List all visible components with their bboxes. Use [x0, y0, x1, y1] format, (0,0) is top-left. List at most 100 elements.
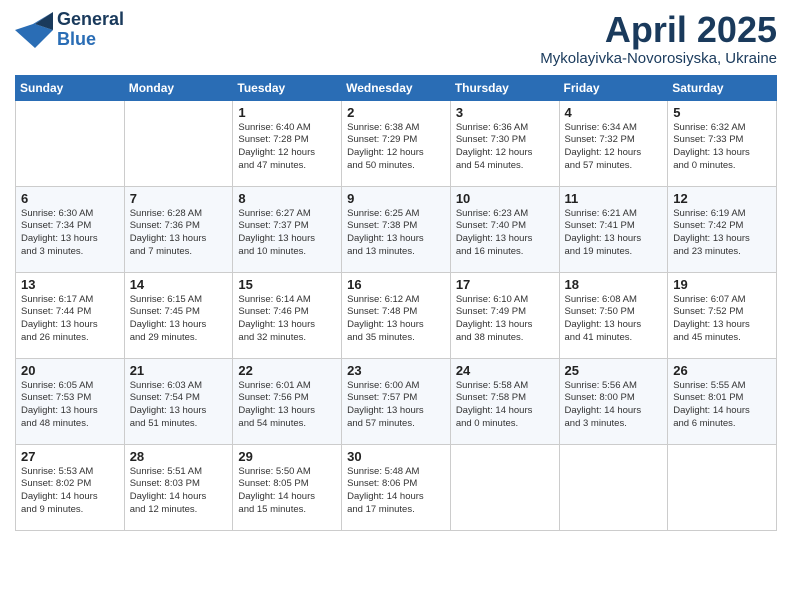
location-subtitle: Mykolayivka-Novorosiyska, Ukraine [540, 50, 777, 67]
day-info: Sunrise: 6:38 AMSunset: 7:29 PMDaylight:… [347, 122, 445, 173]
day-info: Sunrise: 6:36 AMSunset: 7:30 PMDaylight:… [456, 122, 554, 173]
day-info: Sunrise: 5:51 AMSunset: 8:03 PMDaylight:… [130, 466, 228, 517]
calendar-cell: 14 Sunrise: 6:15 AMSunset: 7:45 PMDayligh… [124, 272, 233, 358]
calendar-cell: 20 Sunrise: 6:05 AMSunset: 7:53 PMDayligh… [16, 358, 125, 444]
logo-blue: Blue [57, 30, 124, 50]
weekday-header-friday: Friday [559, 75, 668, 100]
weekday-header-row: SundayMondayTuesdayWednesdayThursdayFrid… [16, 75, 777, 100]
day-info: Sunrise: 6:25 AMSunset: 7:38 PMDaylight:… [347, 208, 445, 259]
day-number: 5 [673, 105, 771, 120]
day-number: 15 [238, 277, 336, 292]
day-number: 26 [673, 363, 771, 378]
day-info: Sunrise: 6:15 AMSunset: 7:45 PMDaylight:… [130, 294, 228, 345]
day-info: Sunrise: 5:50 AMSunset: 8:05 PMDaylight:… [238, 466, 336, 517]
day-info: Sunrise: 6:12 AMSunset: 7:48 PMDaylight:… [347, 294, 445, 345]
day-number: 25 [565, 363, 663, 378]
day-info: Sunrise: 6:19 AMSunset: 7:42 PMDaylight:… [673, 208, 771, 259]
day-number: 20 [21, 363, 119, 378]
weekday-header-sunday: Sunday [16, 75, 125, 100]
day-info: Sunrise: 5:55 AMSunset: 8:01 PMDaylight:… [673, 380, 771, 431]
calendar-cell: 19Sunrise: 6:07 AMSunset: 7:52 PMDayligh… [668, 272, 777, 358]
week-row-1: 1 Sunrise: 6:40 AMSunset: 7:28 PMDaylight… [16, 100, 777, 186]
calendar-table: SundayMondayTuesdayWednesdayThursdayFrid… [15, 75, 777, 531]
day-info: Sunrise: 5:53 AMSunset: 8:02 PMDaylight:… [21, 466, 119, 517]
day-number: 11 [565, 191, 663, 206]
day-info: Sunrise: 5:58 AMSunset: 7:58 PMDaylight:… [456, 380, 554, 431]
day-number: 19 [673, 277, 771, 292]
day-info: Sunrise: 6:23 AMSunset: 7:40 PMDaylight:… [456, 208, 554, 259]
calendar-cell: 3Sunrise: 6:36 AMSunset: 7:30 PMDaylight… [450, 100, 559, 186]
calendar-cell: 7Sunrise: 6:28 AMSunset: 7:36 PMDaylight… [124, 186, 233, 272]
day-info: Sunrise: 6:30 AMSunset: 7:34 PMDaylight:… [21, 208, 119, 259]
day-number: 27 [21, 449, 119, 464]
day-info: Sunrise: 6:14 AMSunset: 7:46 PMDaylight:… [238, 294, 336, 345]
day-info: Sunrise: 6:27 AMSunset: 7:37 PMDaylight:… [238, 208, 336, 259]
day-info: Sunrise: 6:03 AMSunset: 7:54 PMDaylight:… [130, 380, 228, 431]
day-number: 18 [565, 277, 663, 292]
day-number: 8 [238, 191, 336, 206]
month-title: April 2025 [540, 10, 777, 50]
calendar-cell: 23Sunrise: 6:00 AMSunset: 7:57 PMDayligh… [342, 358, 451, 444]
calendar-cell: 11Sunrise: 6:21 AMSunset: 7:41 PMDayligh… [559, 186, 668, 272]
calendar-cell: 16 Sunrise: 6:12 AMSunset: 7:48 PMDayligh… [342, 272, 451, 358]
day-number: 9 [347, 191, 445, 206]
day-number: 6 [21, 191, 119, 206]
weekday-header-thursday: Thursday [450, 75, 559, 100]
calendar-cell [559, 444, 668, 530]
day-info: Sunrise: 6:32 AMSunset: 7:33 PMDaylight:… [673, 122, 771, 173]
day-info: Sunrise: 5:56 AMSunset: 8:00 PMDaylight:… [565, 380, 663, 431]
header: General Blue April 2025 Mykolayivka-Novo… [15, 10, 777, 67]
calendar-cell: 30 Sunrise: 5:48 AMSunset: 8:06 PMDayligh… [342, 444, 451, 530]
calendar-cell: 1 Sunrise: 6:40 AMSunset: 7:28 PMDaylight… [233, 100, 342, 186]
day-number: 24 [456, 363, 554, 378]
day-info: Sunrise: 5:48 AMSunset: 8:06 PMDaylight:… [347, 466, 445, 517]
day-info: Sunrise: 6:08 AMSunset: 7:50 PMDaylight:… [565, 294, 663, 345]
day-number: 14 [130, 277, 228, 292]
day-info: Sunrise: 6:10 AMSunset: 7:49 PMDaylight:… [456, 294, 554, 345]
calendar-cell: 12Sunrise: 6:19 AMSunset: 7:42 PMDayligh… [668, 186, 777, 272]
day-number: 10 [456, 191, 554, 206]
calendar-cell [16, 100, 125, 186]
day-info: Sunrise: 6:28 AMSunset: 7:36 PMDaylight:… [130, 208, 228, 259]
weekday-header-saturday: Saturday [668, 75, 777, 100]
day-number: 17 [456, 277, 554, 292]
weekday-header-tuesday: Tuesday [233, 75, 342, 100]
calendar-cell: 18 Sunrise: 6:08 AMSunset: 7:50 PMDayligh… [559, 272, 668, 358]
day-info: Sunrise: 6:17 AMSunset: 7:44 PMDaylight:… [21, 294, 119, 345]
day-info: Sunrise: 6:40 AMSunset: 7:28 PMDaylight:… [238, 122, 336, 173]
calendar-cell: 29Sunrise: 5:50 AMSunset: 8:05 PMDayligh… [233, 444, 342, 530]
day-info: Sunrise: 6:34 AMSunset: 7:32 PMDaylight:… [565, 122, 663, 173]
week-row-5: 27 Sunrise: 5:53 AMSunset: 8:02 PMDayligh… [16, 444, 777, 530]
day-number: 28 [130, 449, 228, 464]
calendar-cell: 21 Sunrise: 6:03 AMSunset: 7:54 PMDayligh… [124, 358, 233, 444]
calendar-cell: 8 Sunrise: 6:27 AMSunset: 7:37 PMDaylight… [233, 186, 342, 272]
calendar-cell: 27 Sunrise: 5:53 AMSunset: 8:02 PMDayligh… [16, 444, 125, 530]
week-row-4: 20 Sunrise: 6:05 AMSunset: 7:53 PMDayligh… [16, 358, 777, 444]
calendar-cell: 26 Sunrise: 5:55 AMSunset: 8:01 PMDayligh… [668, 358, 777, 444]
calendar-cell: 17 Sunrise: 6:10 AMSunset: 7:49 PMDayligh… [450, 272, 559, 358]
calendar-cell: 9 Sunrise: 6:25 AMSunset: 7:38 PMDaylight… [342, 186, 451, 272]
day-number: 21 [130, 363, 228, 378]
day-number: 1 [238, 105, 336, 120]
calendar-cell [668, 444, 777, 530]
calendar-cell: 28 Sunrise: 5:51 AMSunset: 8:03 PMDayligh… [124, 444, 233, 530]
weekday-header-monday: Monday [124, 75, 233, 100]
day-number: 16 [347, 277, 445, 292]
calendar-cell: 22Sunrise: 6:01 AMSunset: 7:56 PMDayligh… [233, 358, 342, 444]
title-block: April 2025 Mykolayivka-Novorosiyska, Ukr… [540, 10, 777, 67]
calendar-cell [450, 444, 559, 530]
logo: General Blue [15, 10, 124, 50]
calendar-cell: 2Sunrise: 6:38 AMSunset: 7:29 PMDaylight… [342, 100, 451, 186]
day-info: Sunrise: 6:05 AMSunset: 7:53 PMDaylight:… [21, 380, 119, 431]
calendar-cell: 4 Sunrise: 6:34 AMSunset: 7:32 PMDaylight… [559, 100, 668, 186]
calendar-cell: 5 Sunrise: 6:32 AMSunset: 7:33 PMDaylight… [668, 100, 777, 186]
day-number: 4 [565, 105, 663, 120]
page: General Blue April 2025 Mykolayivka-Novo… [0, 0, 792, 612]
calendar-cell: 10 Sunrise: 6:23 AMSunset: 7:40 PMDayligh… [450, 186, 559, 272]
week-row-2: 6 Sunrise: 6:30 AMSunset: 7:34 PMDaylight… [16, 186, 777, 272]
day-number: 13 [21, 277, 119, 292]
calendar-cell: 24 Sunrise: 5:58 AMSunset: 7:58 PMDayligh… [450, 358, 559, 444]
logo-general: General [57, 10, 124, 30]
day-number: 30 [347, 449, 445, 464]
calendar-cell: 6 Sunrise: 6:30 AMSunset: 7:34 PMDaylight… [16, 186, 125, 272]
